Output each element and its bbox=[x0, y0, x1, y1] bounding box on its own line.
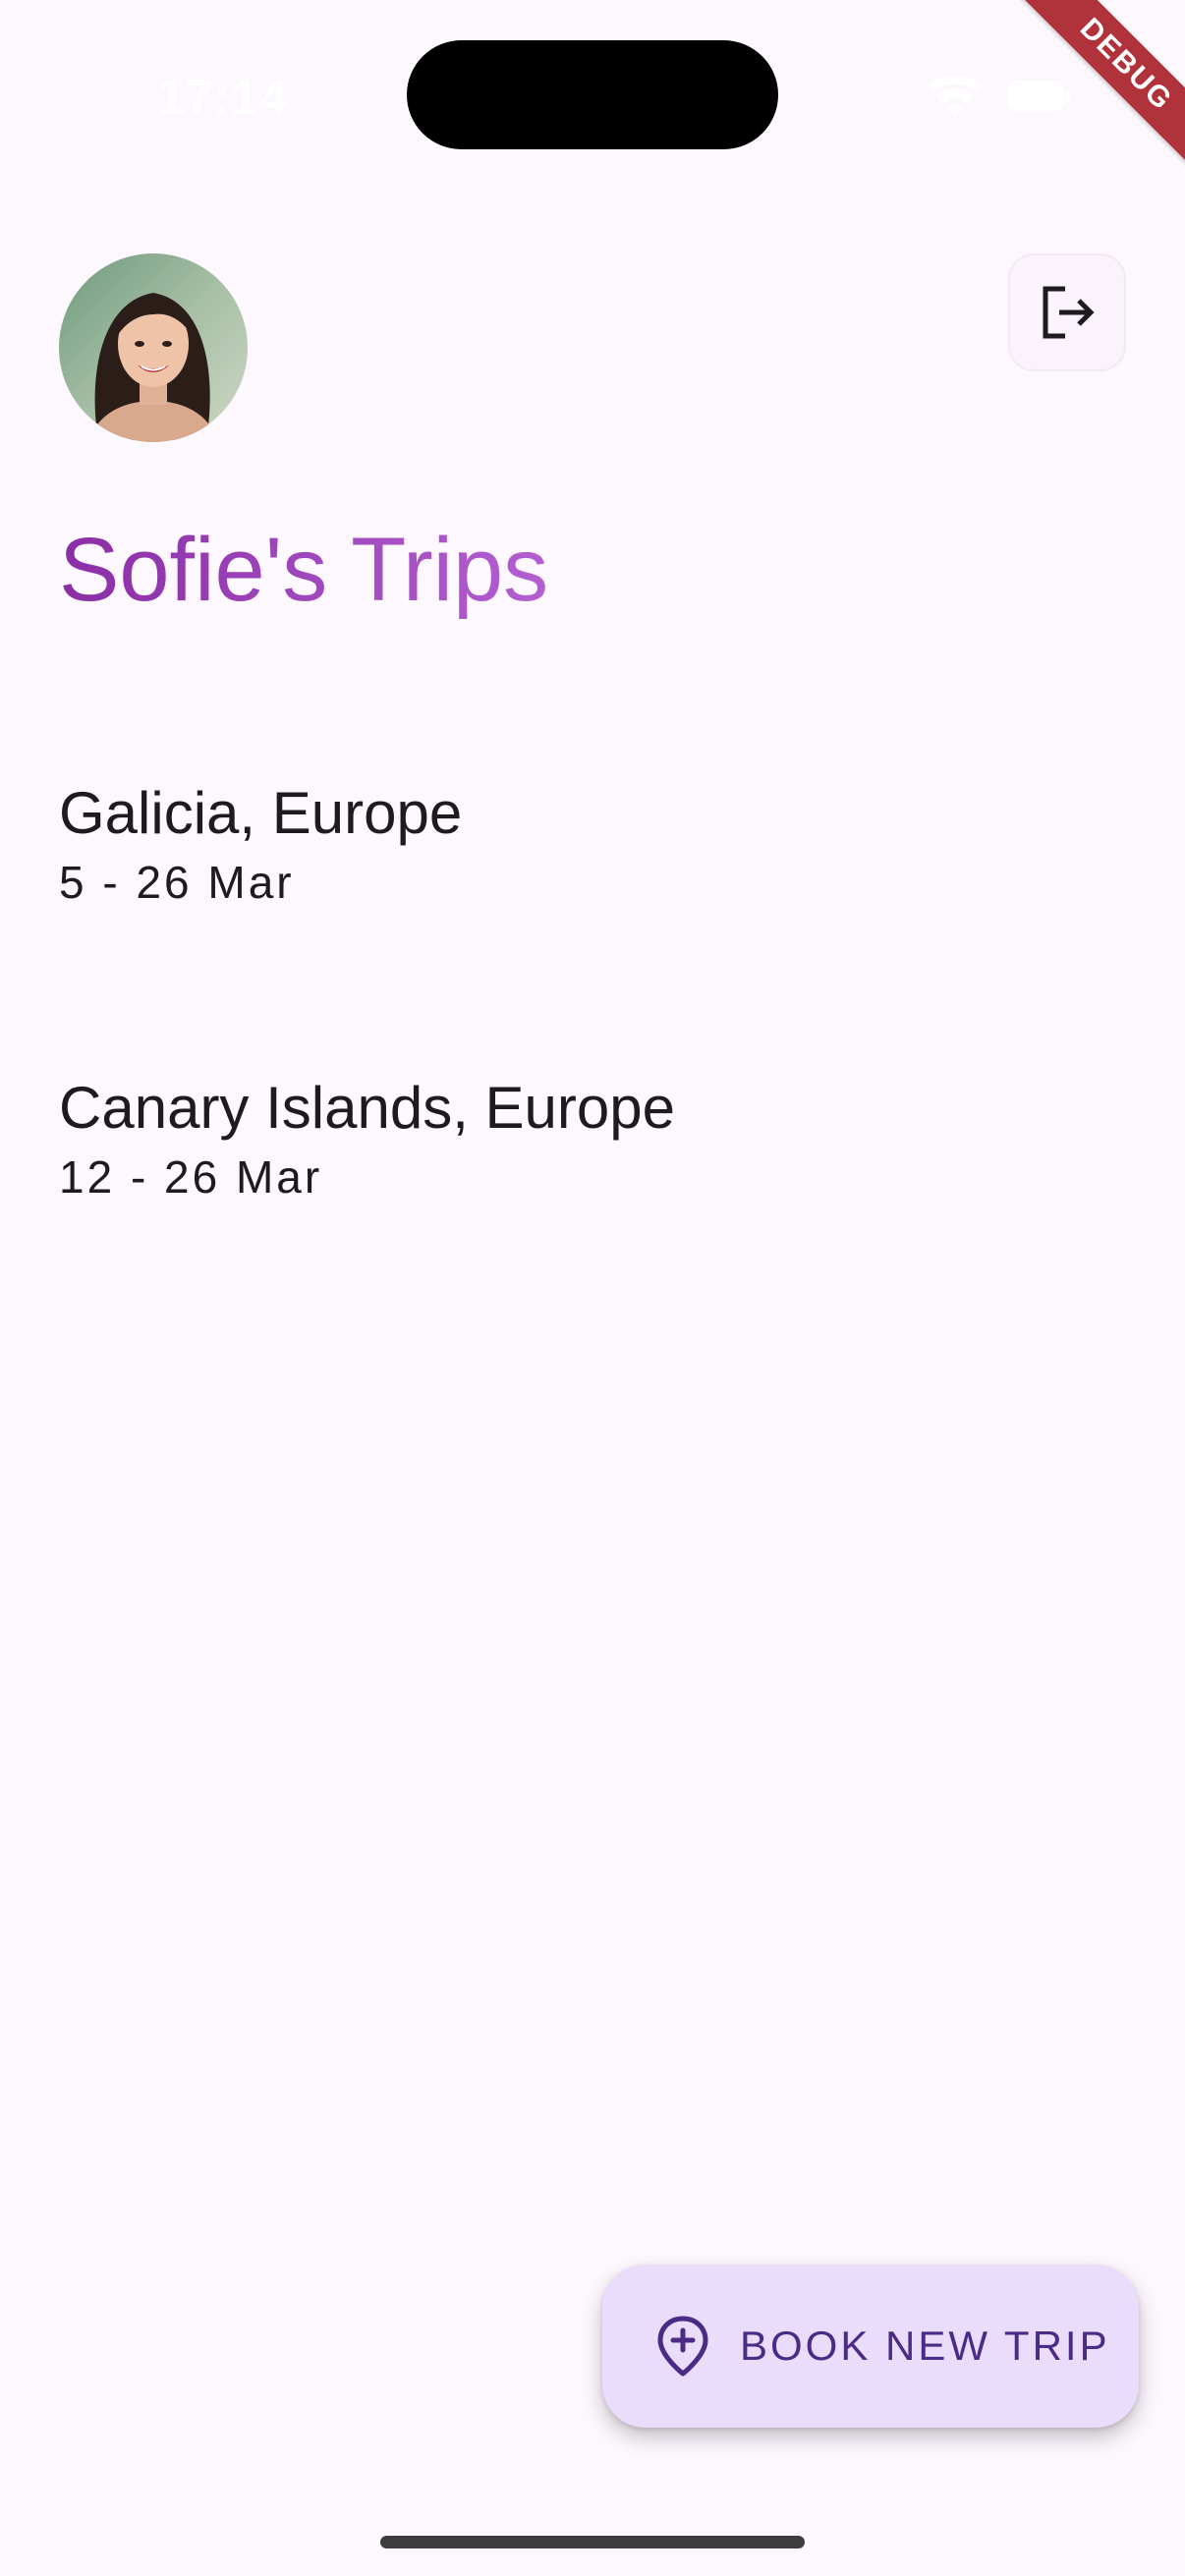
logout-icon bbox=[1043, 286, 1095, 339]
trip-list-item[interactable]: Galicia, Europe 5 - 26 Mar bbox=[59, 774, 1042, 912]
wifi-icon bbox=[928, 77, 983, 116]
avatar[interactable] bbox=[59, 253, 248, 442]
book-new-trip-label: BOOK NEW TRIP bbox=[740, 2323, 1110, 2369]
debug-banner: DEBUG bbox=[962, 0, 1185, 229]
trip-dates: 5 - 26 Mar bbox=[59, 857, 295, 908]
app-screen: 17:14 DEBUG Sofie's Trips Galicia, Europ… bbox=[0, 0, 1185, 2576]
page-title: Sofie's Trips bbox=[59, 511, 548, 629]
status-time: 17:14 bbox=[157, 70, 288, 125]
logout-button[interactable] bbox=[1008, 253, 1126, 371]
dynamic-island bbox=[407, 40, 778, 149]
location-add-icon bbox=[657, 2316, 708, 2377]
trip-title: Canary Islands, Europe bbox=[59, 1075, 676, 1141]
user-avatar-photo-icon bbox=[59, 253, 248, 442]
book-new-trip-button[interactable]: BOOK NEW TRIP bbox=[602, 2265, 1139, 2428]
trip-title: Galicia, Europe bbox=[59, 780, 463, 846]
battery-icon bbox=[1007, 82, 1070, 111]
trip-list-item[interactable]: Canary Islands, Europe 12 - 26 Mar bbox=[59, 1069, 1042, 1206]
home-indicator[interactable] bbox=[380, 2536, 805, 2548]
trip-dates: 12 - 26 Mar bbox=[59, 1151, 323, 1203]
